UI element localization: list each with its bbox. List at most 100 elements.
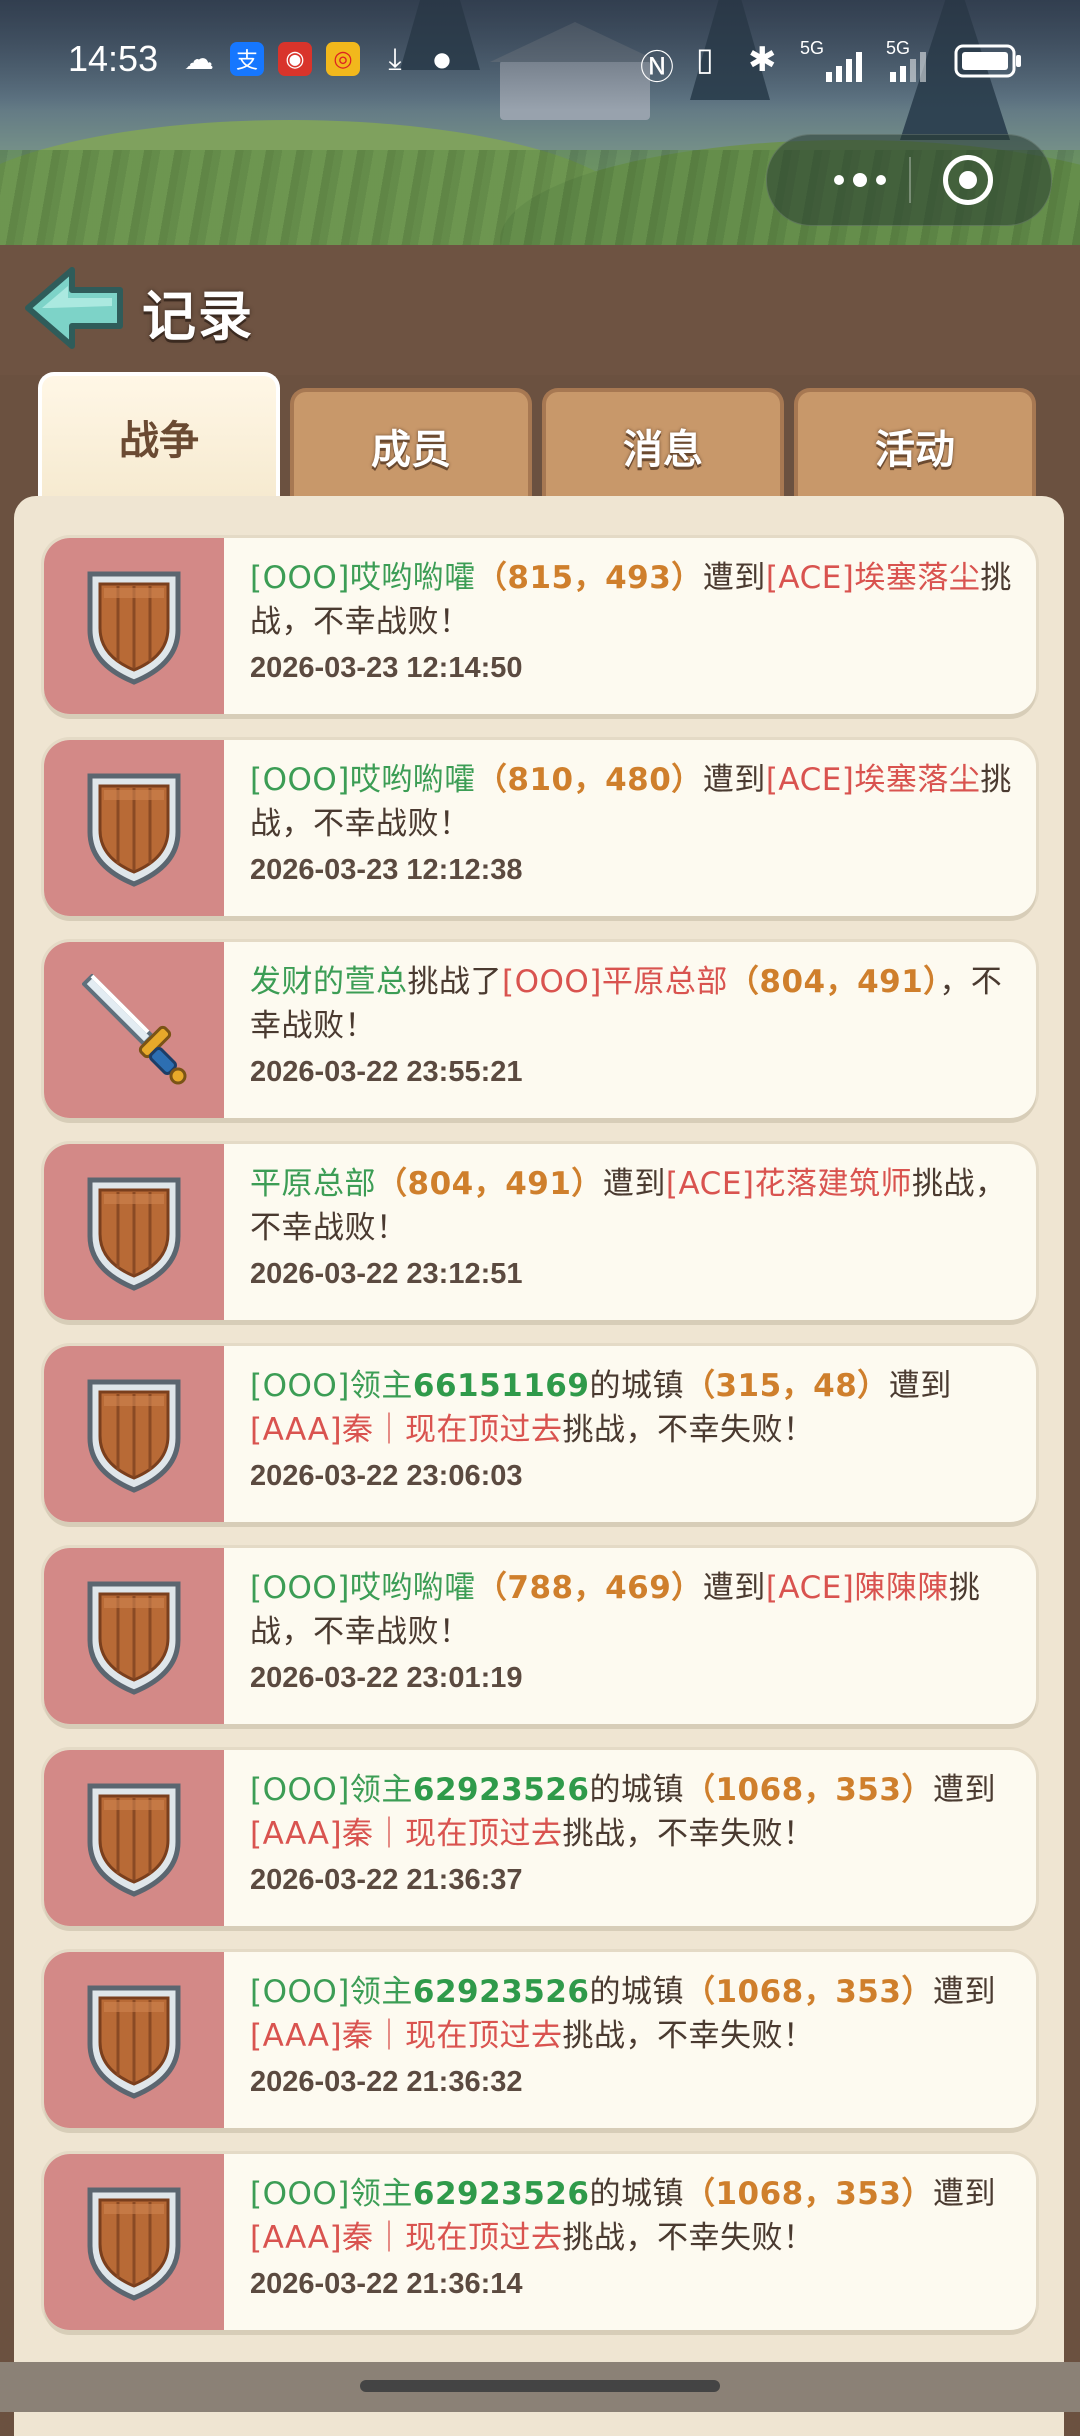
message-segment: 66151169 [412,1368,590,1404]
record-timestamp: 2026-03-22 23:55:21 [250,1056,523,1088]
message-segment: （315，48） [683,1368,889,1404]
close-miniprogram-button[interactable] [943,155,993,205]
message-segment: [OOO]领主 [250,2176,413,2212]
message-segment: 62923526 [412,1974,590,2010]
record-message: 发财的萱总挑战了[OOO]平原总部（804，491），不幸战败！ [250,960,1020,1048]
record-icon-panel [44,1548,224,1724]
status-time: 14:53 [68,38,159,79]
battery-icon [954,44,1022,83]
message-segment: [OOO]哎哟喲嚯 [250,560,476,596]
message-segment: （1068，353） [683,1974,933,2010]
shield-icon [87,1985,181,2099]
message-segment: [OOO]领主 [250,1772,413,1808]
message-segment: 的城镇 [589,1974,684,2010]
record-message: [OOO]领主62923526的城镇（1068，353）遭到 [AAA]秦｜现在顶… [250,1970,1020,2058]
message-segment: 62923526 [412,1772,590,1808]
record-card[interactable]: [OOO]哎哟喲嚯（788，469）遭到[ACE]陳陳陳挑战，不幸战败！ 2026… [44,1548,1036,1724]
page-title: 记录 [142,285,254,348]
message-segment: 遭到 [888,1368,952,1404]
message-segment: 遭到 [702,762,766,798]
message-segment: [OOO]平原总部 [502,964,728,1000]
message-segment: （804，491） [376,1166,603,1202]
message-segment: 的城镇 [589,1368,684,1404]
home-indicator[interactable] [360,2380,720,2392]
message-segment: 挑战，不幸失败！ [562,2220,815,2256]
record-timestamp: 2026-03-22 21:36:14 [250,2268,523,2300]
record-message: 平原总部（804，491）遭到[ACE]花落建筑师挑战，不幸战败！ [250,1162,1020,1250]
record-message: [OOO]领主66151169的城镇（315，48）遭到 [AAA]秦｜现在顶过去… [250,1364,1020,1452]
back-arrow-icon [25,267,123,349]
shield-icon [87,1581,181,1695]
weibo-icon: ◎ [326,42,360,76]
message-segment: 遭到 [932,1974,996,2010]
more-button[interactable] [805,155,915,205]
message-segment: 发财的萱总 [250,964,408,1000]
shield-icon [87,2187,181,2301]
message-segment: [OOO]领主 [250,1368,413,1404]
wechat-icon: ☁ [184,41,214,77]
record-card[interactable]: [OOO]领主62923526的城镇（1068，353）遭到 [AAA]秦｜现在顶… [44,1750,1036,1926]
message-segment: 遭到 [702,560,766,596]
record-icon-panel [44,1952,224,2128]
record-icon-panel [44,2154,224,2330]
tab-war[interactable]: 战争 [38,372,280,498]
download-icon: ⤓ [388,41,402,77]
network-type-1: 5G [800,38,825,58]
tab-activities[interactable]: 活动 [794,388,1036,500]
message-segment: 挑战了 [407,964,502,1000]
dot-icon: ● [433,47,451,71]
message-segment: [ACE]陳陳陳 [765,1570,949,1606]
record-icon-panel [44,942,224,1118]
message-segment: 的城镇 [589,1772,684,1808]
taobao-icon: ◉ [278,42,312,76]
record-icon-panel [44,1346,224,1522]
record-timestamp: 2026-03-23 12:12:38 [250,854,523,886]
record-icon-panel [44,538,224,714]
message-segment: [AAA]秦｜现在顶过去 [250,1412,563,1448]
message-segment: （815，493） [475,560,703,596]
message-segment: 平原总部 [250,1166,376,1202]
record-card[interactable]: [OOO]领主66151169的城镇（315，48）遭到 [AAA]秦｜现在顶过去… [44,1346,1036,1522]
record-card[interactable]: 发财的萱总挑战了[OOO]平原总部（804，491），不幸战败！ 2026-03-… [44,942,1036,1118]
tab-members[interactable]: 成员 [290,388,532,500]
record-message: [OOO]领主62923526的城镇（1068，353）遭到 [AAA]秦｜现在顶… [250,1768,1020,1856]
message-segment: 的城镇 [589,2176,684,2212]
shield-icon [87,1783,181,1897]
record-card[interactable]: [OOO]领主62923526的城镇（1068，353）遭到 [AAA]秦｜现在顶… [44,2154,1036,2330]
record-message: [OOO]哎哟喲嚯（810，480）遭到[ACE]埃塞落尘挑战，不幸战败！ [250,758,1020,846]
signal-icon-2 [890,52,934,87]
message-segment: 遭到 [702,1570,766,1606]
tab-messages[interactable]: 消息 [542,388,784,500]
message-segment: [OOO]哎哟喲嚯 [250,1570,476,1606]
miniprogram-capsule [766,134,1052,226]
message-segment: [AAA]秦｜现在顶过去 [250,2018,563,2054]
message-segment: （810，480） [475,762,703,798]
message-segment: [ACE]花落建筑师 [665,1166,913,1202]
record-timestamp: 2026-03-22 21:36:37 [250,1864,523,1896]
signal-icon [826,52,870,87]
message-segment: 遭到 [602,1166,666,1202]
record-timestamp: 2026-03-22 23:01:19 [250,1662,523,1694]
back-button[interactable] [20,262,128,354]
message-segment: [ACE]埃塞落尘 [765,560,981,596]
record-card[interactable]: 平原总部（804，491）遭到[ACE]花落建筑师挑战，不幸战败！ 2026-03… [44,1144,1036,1320]
record-card[interactable]: [OOO]哎哟喲嚯（810，480）遭到[ACE]埃塞落尘挑战，不幸战败！ 202… [44,740,1036,916]
message-segment: [AAA]秦｜现在顶过去 [250,2220,563,2256]
sword-icon [82,974,187,1085]
message-segment: （804，491） [727,964,940,1000]
message-segment: 挑战，不幸失败！ [562,1816,815,1852]
message-segment: （1068，353） [683,1772,933,1808]
record-timestamp: 2026-03-22 23:12:51 [250,1258,523,1290]
nfc-icon: Ⓝ [640,49,674,87]
shield-icon [87,1379,181,1493]
record-message: [OOO]哎哟喲嚯（815，493）遭到[ACE]埃塞落尘挑战，不幸战败！ [250,556,1020,644]
record-icon-panel [44,1144,224,1320]
message-segment: 62923526 [412,2176,590,2212]
record-icon-panel [44,1750,224,1926]
shield-icon [87,773,181,887]
message-segment: 遭到 [932,2176,996,2212]
record-card[interactable]: [OOO]领主62923526的城镇（1068，353）遭到 [AAA]秦｜现在顶… [44,1952,1036,2128]
record-card[interactable]: [OOO]哎哟喲嚯（815，493）遭到[ACE]埃塞落尘挑战，不幸战败！ 202… [44,538,1036,714]
message-segment: 挑战，不幸失败！ [562,1412,815,1448]
status-bar: 14:53 ☁ 支 ◉ ◎ ⤓ ● Ⓝ ▯ ✱ 5G 5G [0,0,1080,110]
